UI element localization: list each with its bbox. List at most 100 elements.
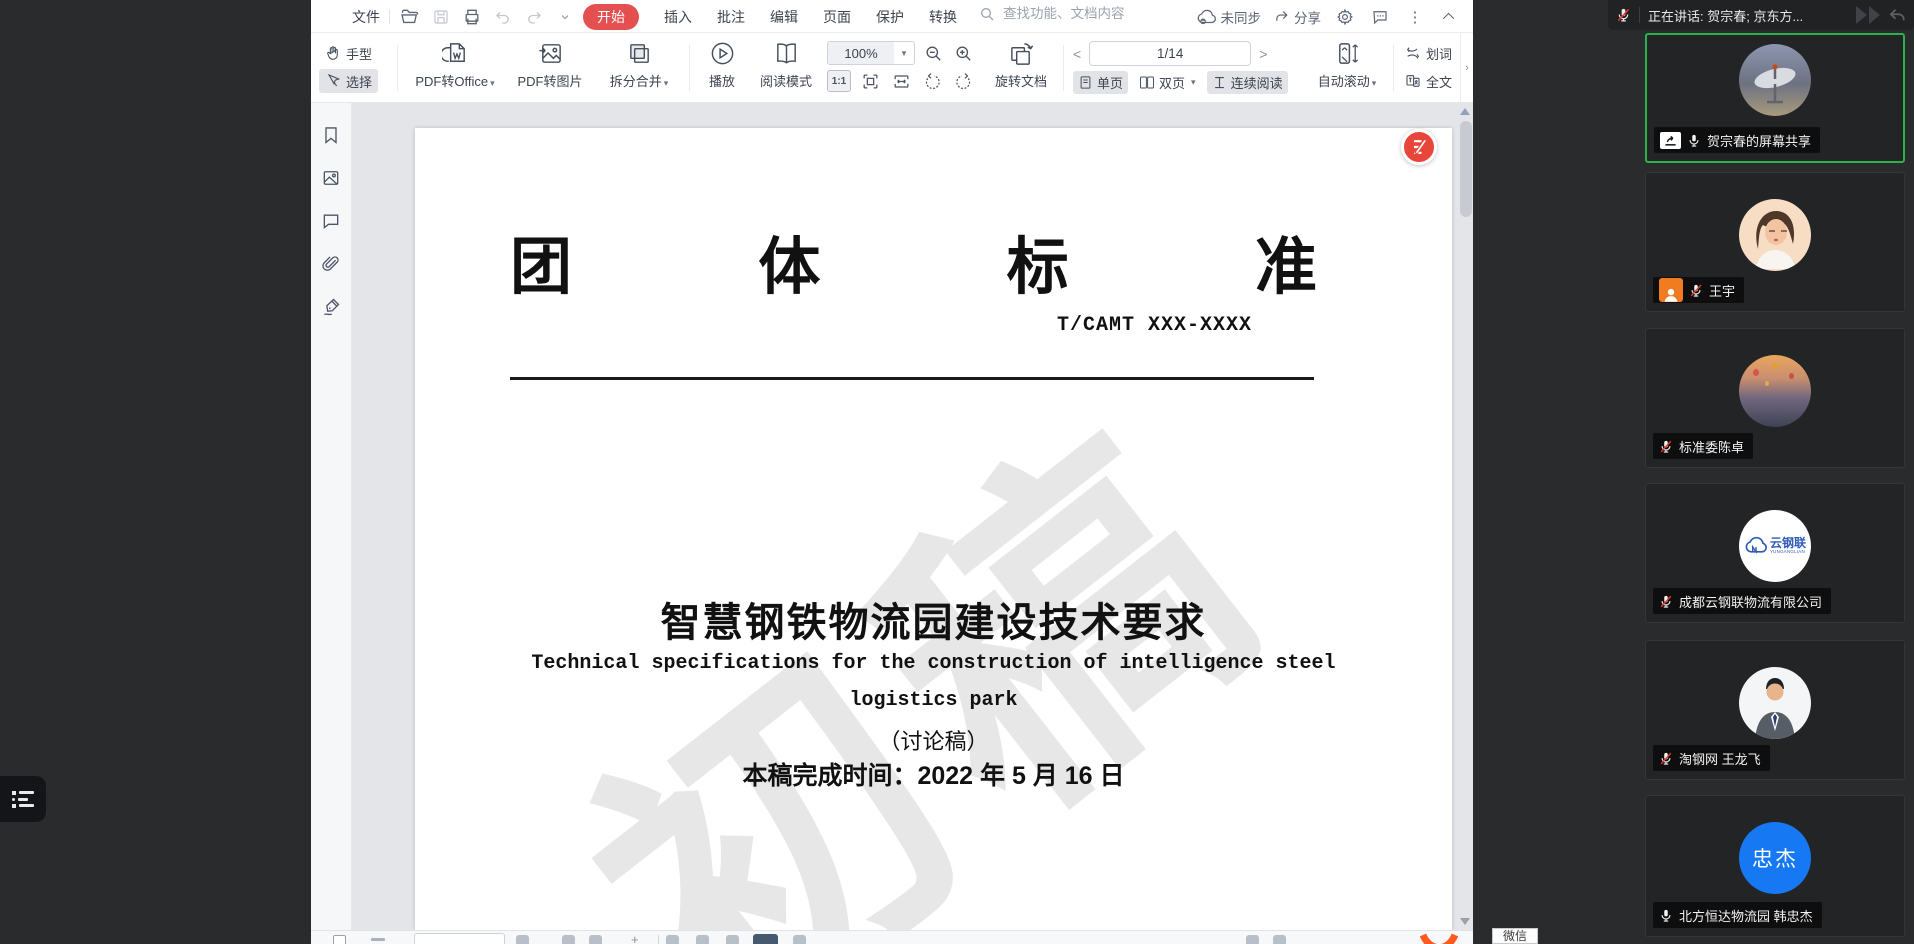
meeting-status-bar[interactable]: 正在讲话: 贺宗春; 京东方... — [1608, 0, 1914, 30]
panel-expander[interactable]: › — [1460, 33, 1473, 103]
play-button[interactable]: 播放 — [697, 40, 747, 90]
split-merge-button[interactable]: 拆分合并▾ — [597, 40, 681, 90]
edit-pdf-fab[interactable] — [1401, 129, 1437, 165]
undo-icon[interactable] — [492, 5, 514, 29]
taskbar-icon[interactable] — [371, 938, 385, 941]
search-box[interactable] — [979, 5, 1151, 22]
collapse-ribbon-button[interactable] — [1439, 5, 1461, 29]
continuous-read-button[interactable]: 连续阅读 — [1207, 71, 1288, 94]
split-merge-label: 拆分合并 — [610, 74, 662, 89]
previous-page-button[interactable]: < — [1073, 46, 1081, 62]
document-area[interactable]: 初稿 团体标准 T/CAMT XXX-XXXX 智慧钢铁物流园建设技术要求 Te… — [352, 103, 1473, 930]
rotate-left-button[interactable] — [920, 70, 944, 92]
draft-note: （讨论稿） — [415, 724, 1452, 756]
taskbar-icon[interactable]: + — [631, 935, 642, 944]
read-mode-button[interactable]: 阅读模式 — [751, 40, 821, 90]
taskbar-icon[interactable] — [696, 935, 709, 944]
comment-icon[interactable] — [321, 211, 341, 231]
participant-tile[interactable]: 贺宗春的屏幕共享 — [1645, 33, 1905, 163]
rotate-document-icon — [1008, 40, 1035, 67]
rotate-right-button[interactable] — [951, 70, 975, 92]
redo-icon[interactable] — [523, 5, 545, 29]
two-page-button[interactable]: 双页 ▾ — [1134, 71, 1201, 94]
dropdown-caret: ▾ — [664, 78, 669, 89]
rotate-document-button[interactable]: 旋转文档 — [987, 40, 1055, 90]
share-button[interactable]: 分享 — [1274, 5, 1321, 29]
next-page-button[interactable]: > — [1259, 46, 1267, 62]
file-menu[interactable]: 文件 — [352, 5, 380, 29]
tab-convert[interactable]: 转换 — [929, 7, 957, 27]
taskbar-icon[interactable] — [666, 935, 679, 944]
taskbar-active-app[interactable] — [753, 934, 778, 944]
pdf-to-image-button[interactable]: PDF转图片 — [509, 40, 591, 90]
taskbar-icon[interactable] — [793, 935, 806, 944]
taskbar-icon[interactable] — [1273, 935, 1286, 944]
page-indicator-input[interactable]: 1/14 — [1089, 41, 1251, 66]
participant-tile[interactable]: 云钢联 YUNGANGLIAN 成都云钢联物流有限公司 — [1645, 483, 1905, 623]
hamburger-icon[interactable] — [321, 5, 343, 29]
zoom-in-button[interactable] — [951, 42, 975, 64]
select-tool-button[interactable]: 选择 — [319, 69, 378, 93]
search-input[interactable] — [1001, 5, 1151, 22]
cloud-sync-status[interactable]: 未同步 — [1196, 5, 1262, 29]
taskbar-tooltip: 微信 — [1492, 928, 1538, 944]
share-label: 分享 — [1294, 7, 1321, 27]
open-folder-icon[interactable] — [399, 5, 421, 29]
save-icon[interactable] — [430, 5, 452, 29]
pdf-to-office-button[interactable]: PDF转Office▾ — [407, 40, 503, 90]
scroll-down-arrow[interactable] — [1460, 918, 1470, 925]
more-history-chevron-icon[interactable] — [554, 5, 576, 29]
standard-code: T/CAMT XXX-XXXX — [1057, 314, 1252, 337]
continuous-read-label: 连续阅读 — [1231, 73, 1283, 92]
mic-muted-icon — [1616, 7, 1631, 23]
participant-tile[interactable]: 淘钢网 王龙飞 — [1645, 640, 1905, 780]
feedback-button[interactable] — [1369, 5, 1391, 29]
print-icon[interactable] — [461, 5, 483, 29]
scroll-up-arrow[interactable] — [1460, 108, 1470, 115]
mic-on-icon — [1687, 133, 1701, 148]
reply-arrow-icon[interactable] — [1888, 7, 1906, 23]
single-page-label: 单页 — [1097, 73, 1123, 92]
screen: 文件 — [0, 0, 1914, 944]
participant-tile[interactable]: 王宇 — [1645, 172, 1905, 312]
taskbar-icon[interactable] — [516, 935, 529, 944]
two-page-label: 双页 — [1159, 73, 1185, 92]
hand-tool-label: 手型 — [346, 44, 372, 63]
taskbar-icon[interactable] — [1246, 935, 1259, 944]
full-translate-label: 全文 — [1426, 72, 1452, 91]
dropdown-caret: ▾ — [1191, 77, 1196, 88]
tab-edit[interactable]: 编辑 — [770, 7, 798, 27]
tab-protect[interactable]: 保护 — [876, 7, 904, 27]
fit-width-button[interactable] — [889, 70, 913, 92]
outline-toggle-button[interactable] — [0, 776, 46, 822]
single-page-button[interactable]: 单页 — [1073, 71, 1128, 94]
more-options-icon[interactable]: ⋮ — [1404, 5, 1426, 29]
fit-page-button[interactable] — [858, 70, 882, 92]
participant-tile[interactable]: 忠杰 北方恒达物流园 韩忠杰 — [1645, 795, 1905, 937]
chevron-icon — [1869, 6, 1880, 24]
participant-tile[interactable]: 标准委陈卓 — [1645, 328, 1905, 468]
auto-scroll-button[interactable]: 自动滚动▾ — [1311, 40, 1383, 90]
bookmark-icon[interactable] — [321, 125, 341, 145]
taskbar-icon[interactable] — [589, 935, 602, 944]
taskbar-icon[interactable] — [726, 935, 739, 944]
taskbar-search-box[interactable] — [414, 933, 505, 944]
image-icon[interactable] — [321, 168, 341, 188]
scrollbar-thumb[interactable] — [1460, 121, 1472, 217]
attachment-icon[interactable] — [321, 254, 341, 274]
start-button[interactable] — [333, 935, 346, 944]
tab-insert[interactable]: 插入 — [664, 7, 692, 27]
actual-size-button[interactable]: 1:1 — [827, 70, 851, 92]
tab-home[interactable]: 开始 — [583, 4, 639, 30]
zoom-level-select[interactable]: 100% ▾ — [827, 41, 915, 65]
tab-page[interactable]: 页面 — [823, 7, 851, 27]
rotate-left-icon — [923, 72, 942, 91]
taskbar-icon[interactable] — [562, 935, 575, 944]
settings-button[interactable] — [1334, 5, 1356, 29]
signature-icon[interactable] — [321, 297, 341, 317]
read-mode-label: 阅读模式 — [760, 71, 812, 90]
tab-comment[interactable]: 批注 — [717, 7, 745, 27]
taskbar-orange-logo[interactable] — [1420, 932, 1458, 944]
zoom-out-button[interactable] — [921, 42, 945, 64]
hand-tool-button[interactable]: 手型 — [319, 41, 378, 65]
